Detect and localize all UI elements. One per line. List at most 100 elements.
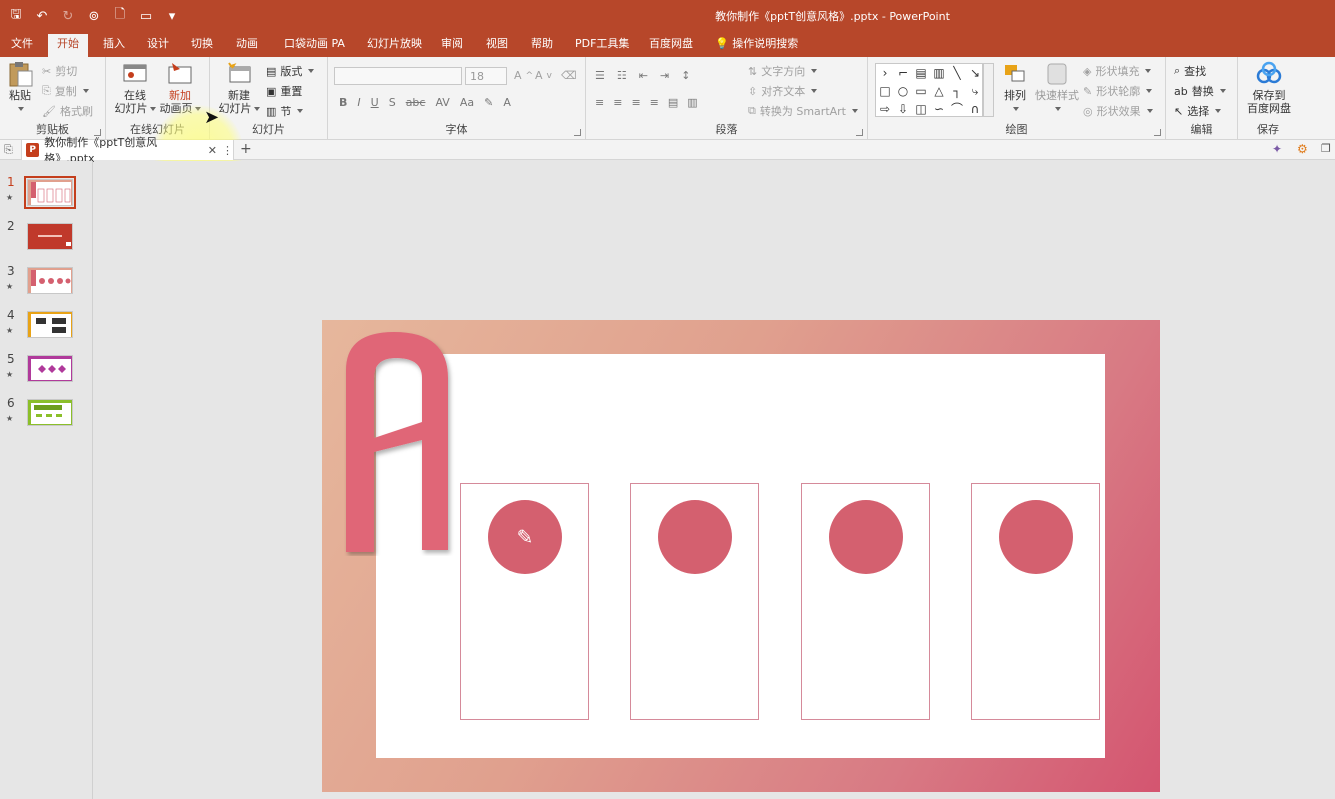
letter-a-decoration[interactable] (344, 330, 456, 556)
select-button[interactable]: ↖ 选择 (1174, 103, 1222, 119)
save-to-baidu-button[interactable]: 保存到 百度网盘 (1244, 61, 1294, 115)
shape-fill-button[interactable]: ◈ 形状填充 (1083, 63, 1152, 79)
tab-help[interactable]: 帮助 (522, 34, 562, 57)
font-name-input[interactable] (334, 67, 462, 85)
shapes-gallery[interactable]: › ⌐ ▤ ▥ ╲ ↘ □ ○ ▭ △ ┐ ⤷ ⇨ ⇩ ◫ ∽ ⌒ ∩ (875, 63, 983, 117)
document-tab[interactable]: P 教你制作《pptT创意风格》.pptx ✕ ⋮ (21, 136, 234, 165)
tab-list-icon[interactable]: ⎘ (4, 143, 13, 157)
decrease-indent-icon[interactable]: ⇤ (639, 69, 648, 82)
chevron-shape-icon[interactable]: › (876, 64, 894, 82)
close-icon[interactable]: ✕ (208, 144, 217, 157)
more-icon[interactable]: ⋮ (222, 144, 233, 157)
align-right-icon[interactable]: ≡ (631, 96, 640, 109)
content-card-3[interactable] (801, 483, 930, 720)
arrow-line-icon[interactable]: ↘ (966, 64, 984, 82)
tab-file[interactable]: 文件 (2, 34, 42, 57)
cut-button[interactable]: ✂ 剪切 (42, 63, 77, 79)
restore-window-icon[interactable]: ❐ (1321, 142, 1331, 155)
shape-effects-button[interactable]: ◎ 形状效果 (1083, 103, 1153, 119)
justify-icon[interactable]: ≡ (650, 96, 659, 109)
line-shape-icon[interactable]: ╲ (948, 64, 966, 82)
freeform-icon[interactable]: ∽ (930, 100, 948, 118)
tab-pocket-animation[interactable]: 口袋动画 PA (275, 34, 354, 57)
arc-icon[interactable]: ∩ (966, 100, 984, 118)
shrink-font-button[interactable]: Av (535, 69, 552, 82)
char-spacing-button[interactable]: AV (435, 96, 449, 109)
content-card-2[interactable] (630, 483, 759, 720)
tab-animations[interactable]: 动画 (227, 34, 267, 57)
columns-icon[interactable]: ▥ (687, 96, 697, 109)
arrange-button[interactable]: 排列 (1000, 61, 1030, 115)
bullets-icon[interactable]: ☰ (595, 69, 605, 82)
dialog-launcher-icon[interactable] (856, 129, 863, 136)
shapes-gallery-scroll[interactable] (983, 63, 994, 117)
dialog-launcher-icon[interactable] (1154, 129, 1161, 136)
align-text-button[interactable]: ⇳ 对齐文本 (748, 83, 818, 99)
l-shape-icon[interactable]: ⌐ (894, 64, 912, 82)
tab-transitions[interactable]: 切换 (182, 34, 222, 57)
online-slides-button[interactable]: 在线 幻灯片 (114, 61, 156, 115)
tab-insert[interactable]: 插入 (94, 34, 134, 57)
content-card-1[interactable]: ✎ (460, 483, 589, 720)
numbering-icon[interactable]: ☷ (617, 69, 627, 82)
slide-thumbnail-6[interactable] (27, 399, 73, 426)
current-slide[interactable]: ✎ (322, 320, 1160, 792)
icon-circle-2[interactable] (658, 500, 732, 574)
layout-button[interactable]: ▤ 版式 (266, 63, 315, 79)
slide-thumbnail-4[interactable] (27, 311, 73, 338)
tab-design[interactable]: 设计 (138, 34, 178, 57)
curve-icon[interactable]: ⌒ (948, 100, 966, 118)
shadow-button[interactable]: S (389, 96, 396, 109)
tab-baidu-netdisk[interactable]: 百度网盘 (640, 34, 702, 57)
underline-button[interactable]: U (371, 96, 379, 109)
curved-connector-icon[interactable]: ⤷ (966, 82, 984, 100)
text-direction-button[interactable]: ⇅ 文字方向 (748, 63, 818, 79)
highlight-icon[interactable]: ✎ (484, 96, 493, 109)
quick-styles-button[interactable]: 快速样式 (1035, 61, 1079, 115)
elbow-connector-icon[interactable]: ┐ (948, 82, 966, 100)
right-arrow-shape-icon[interactable]: ⇨ (876, 100, 894, 118)
align-left-icon[interactable]: ≡ (595, 96, 604, 109)
font-color-button[interactable]: A (503, 96, 511, 109)
distributed-icon[interactable]: ▤ (668, 96, 678, 109)
strikethrough-button[interactable]: abc (406, 96, 426, 109)
vertical-textbox-icon[interactable]: ▥ (930, 64, 948, 82)
tab-review[interactable]: 审阅 (432, 34, 472, 57)
tab-slideshow[interactable]: 幻灯片放映 (358, 34, 431, 57)
format-painter-button[interactable]: 🖌 格式刷 (42, 103, 93, 119)
reset-button[interactable]: ▣ 重置 (266, 83, 302, 99)
icon-circle-1[interactable]: ✎ (488, 500, 562, 574)
shape-outline-button[interactable]: ✎ 形状轮廓 (1083, 83, 1153, 99)
dialog-launcher-icon[interactable] (574, 129, 581, 136)
gear-icon[interactable]: ⚙ (1297, 142, 1308, 156)
content-card-4[interactable] (971, 483, 1100, 720)
line-spacing-icon[interactable]: ↕ (681, 69, 690, 82)
slide-thumbnail-3[interactable] (27, 267, 73, 294)
smartart-button[interactable]: ⧉ 转换为 SmartArt (748, 103, 858, 119)
section-button[interactable]: ▥ 节 (266, 103, 304, 119)
down-arrow-shape-icon[interactable]: ⇩ (894, 100, 912, 118)
callout-shape-icon[interactable]: ◫ (912, 100, 930, 118)
magic-icon[interactable]: ✦ (1272, 142, 1282, 156)
rectangle-shape-icon[interactable]: □ (876, 82, 894, 100)
new-slide-button[interactable]: 新建 幻灯片 (218, 61, 260, 115)
oval-shape-icon[interactable]: ○ (894, 82, 912, 100)
slide-thumbnail-2[interactable] (27, 223, 73, 250)
new-animation-page-button[interactable]: 新加 动画页 (159, 61, 201, 115)
icon-circle-3[interactable] (829, 500, 903, 574)
slide-thumbnail-1[interactable] (24, 176, 76, 209)
align-center-icon[interactable]: ≡ (613, 96, 622, 109)
rounded-rect-icon[interactable]: ▭ (912, 82, 930, 100)
tell-me-search[interactable]: 💡 操作说明搜索 (715, 34, 798, 54)
find-button[interactable]: ⌕ 查找 (1174, 63, 1206, 79)
triangle-shape-icon[interactable]: △ (930, 82, 948, 100)
add-tab-icon[interactable]: + (240, 141, 252, 157)
grow-font-button[interactable]: A ^ (514, 69, 533, 82)
paste-button[interactable]: 粘贴 (6, 61, 34, 115)
tab-pdf-tools[interactable]: PDF工具集 (566, 34, 638, 57)
slide-white-panel[interactable]: ✎ (376, 354, 1105, 758)
tab-home[interactable]: 开始 (48, 34, 88, 57)
slide-thumbnail-5[interactable] (27, 355, 73, 382)
icon-circle-4[interactable] (999, 500, 1073, 574)
copy-button[interactable]: ⎘ 复制 (42, 83, 89, 99)
